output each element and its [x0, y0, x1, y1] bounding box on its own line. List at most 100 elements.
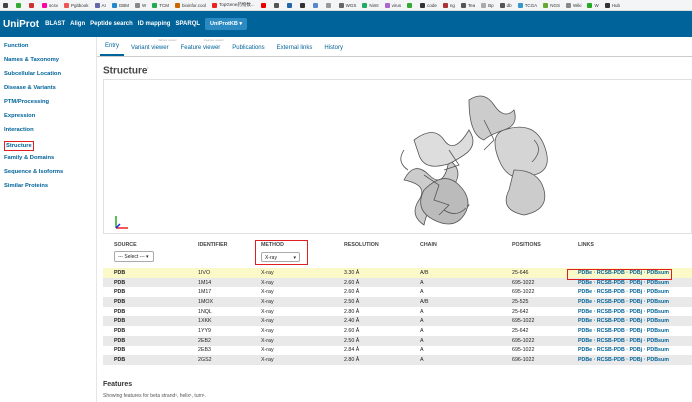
- bookmark-item[interactable]: Bp: [481, 2, 494, 8]
- bookmark-item[interactable]: [16, 2, 23, 8]
- tab-publications[interactable]: Publications: [227, 45, 269, 56]
- table-cell: A: [420, 289, 424, 296]
- nav-link[interactable]: SPARQL: [175, 21, 200, 27]
- table-cell: PDB: [114, 327, 126, 334]
- structure-links[interactable]: PDBe · RCSB-PDB · PDBj · PDBsum: [578, 299, 669, 305]
- bookmark-item[interactable]: bioinfor.cool: [175, 2, 206, 8]
- sidebar-item-sequence-isoforms[interactable]: Sequence & Isoforms: [4, 169, 63, 175]
- structure-links[interactable]: PDBe · RCSB-PDB · PDBj · PDBsum: [578, 357, 669, 363]
- structure-links[interactable]: PDBe · RCSB-PDB · PDBj · PDBsum: [578, 328, 669, 334]
- table-cell: A: [420, 318, 424, 325]
- table-cell[interactable]: 1XKK: [198, 318, 212, 324]
- bookmark-item[interactable]: [286, 2, 294, 8]
- bookmark-item[interactable]: TCM: [152, 2, 169, 8]
- bookmark-icon: [312, 2, 318, 8]
- tab-variant-viewer[interactable]: Variant viewer: [126, 45, 174, 56]
- structure-links[interactable]: PDBe · RCSB-PDB · PDBj · PDBsum: [578, 289, 669, 295]
- table-cell[interactable]: 2EB3: [198, 347, 211, 353]
- sidebar-item-function[interactable]: Function: [4, 43, 28, 49]
- table-cell[interactable]: 1M17: [198, 289, 211, 295]
- bookmark-icon: [286, 2, 292, 8]
- sidebar-item-similar-proteins[interactable]: Similar Proteins: [4, 183, 48, 189]
- bookmark-item[interactable]: [299, 2, 307, 8]
- structure-links[interactable]: PDBe · RCSB-PDB · PDBj · PDBsum: [578, 309, 669, 315]
- tab-external-links[interactable]: External links: [272, 45, 318, 56]
- table-cell[interactable]: 2GS2: [198, 357, 212, 363]
- bookmark-icon: [420, 2, 426, 8]
- table-cell: X-ray: [261, 279, 274, 286]
- bookmark-item[interactable]: AI: [94, 2, 106, 8]
- bookmark-item[interactable]: W: [587, 2, 599, 8]
- method-filter-select[interactable]: X-ray ▾: [261, 252, 300, 262]
- table-cell: X-ray: [261, 318, 274, 325]
- sidebar-item-subcellular-location[interactable]: Subcellular Location: [4, 71, 61, 77]
- bookmark-item[interactable]: NGS: [543, 2, 560, 8]
- bookmark-item[interactable]: Hub: [604, 2, 620, 8]
- sidebar-item-structure[interactable]: Structure: [4, 141, 34, 151]
- table-cell[interactable]: 1IVO: [198, 270, 210, 276]
- nav-link[interactable]: ID mapping: [138, 21, 171, 27]
- bookmark-item[interactable]: TCGA: [517, 2, 537, 8]
- table-cell[interactable]: 1M14: [198, 280, 211, 286]
- bookmark-icon: [481, 2, 487, 8]
- table-cell: A: [420, 327, 424, 334]
- sidebar-item-family-domains[interactable]: Family & Domains: [4, 155, 54, 161]
- bookmark-item[interactable]: Wiki: [565, 2, 582, 8]
- bookmark-label: Wiki: [572, 2, 582, 8]
- bookmark-item[interactable]: db: [499, 2, 512, 8]
- info-icon[interactable]: i: [147, 65, 148, 70]
- bookmark-item[interactable]: scsv: [42, 2, 58, 8]
- bookmark-item[interactable]: ng: [442, 2, 455, 8]
- table-cell: X-ray: [261, 347, 274, 354]
- bookmarks-bar: scsv Pgitbook AI GBM W TCM bioinfor.cool TopGen…: [0, 0, 692, 11]
- bookmark-item[interactable]: WGS: [338, 2, 356, 8]
- nav-link[interactable]: Peptide search: [90, 21, 133, 27]
- table-cell: 695-1022: [512, 347, 535, 354]
- structure-links[interactable]: PDBe · RCSB-PDB · PDBj · PDBsum: [578, 280, 669, 286]
- col-resolution: RESOLUTION: [344, 242, 379, 248]
- table-cell[interactable]: 2EB2: [198, 338, 211, 344]
- bookmark-item[interactable]: Nimt: [362, 2, 379, 8]
- table-cell[interactable]: 1MOX: [198, 299, 213, 305]
- bookmark-item[interactable]: Tea: [460, 2, 475, 8]
- bookmark-item[interactable]: virus: [384, 2, 401, 8]
- bookmark-item[interactable]: [260, 2, 268, 8]
- bookmark-item[interactable]: [3, 2, 10, 8]
- bookmark-item[interactable]: GBM: [111, 2, 129, 8]
- table-cell: A: [420, 337, 424, 344]
- structure-links[interactable]: PDBe · RCSB-PDB · PDBj · PDBsum: [578, 347, 669, 353]
- bookmark-label: scsv: [49, 2, 58, 8]
- bookmark-item[interactable]: W: [135, 2, 146, 8]
- structure-viewer[interactable]: [103, 79, 692, 234]
- bookmark-item[interactable]: TopGene药物数...: [212, 2, 255, 8]
- bookmark-item[interactable]: [273, 2, 281, 8]
- bookmark-item[interactable]: [407, 2, 414, 8]
- bookmark-label: Pgitbook: [71, 2, 89, 8]
- sidebar-item-ptm-processing[interactable]: PTM/Processing: [4, 99, 49, 105]
- structure-links[interactable]: PDBe · RCSB-PDB · PDBj · PDBsum: [578, 338, 669, 344]
- source-filter-select[interactable]: --- Select --- ▾: [114, 251, 154, 262]
- bookmark-item[interactable]: [29, 2, 36, 8]
- bookmark-item[interactable]: Pgitbook: [64, 2, 89, 8]
- sidebar-item-interaction[interactable]: Interaction: [4, 127, 34, 133]
- uniprotkb-dropdown[interactable]: UniProtKB ▾: [205, 18, 248, 30]
- bookmark-icon: [442, 2, 448, 8]
- bookmark-item[interactable]: [312, 2, 320, 8]
- sidebar-item-disease-variants[interactable]: Disease & Variants: [4, 85, 56, 91]
- bookmark-item[interactable]: code: [420, 2, 437, 8]
- uniprot-logo[interactable]: UniProt: [3, 19, 39, 30]
- bookmark-label: TopGene药物数...: [219, 2, 255, 7]
- sidebar-item-names-taxonomy[interactable]: Names & Taxonomy: [4, 57, 59, 63]
- table-cell[interactable]: 1NQL: [198, 309, 212, 315]
- table-cell[interactable]: 1YY9: [198, 328, 211, 334]
- nav-link[interactable]: BLAST: [45, 21, 65, 27]
- tab-feature-viewer[interactable]: Feature viewer: [176, 45, 226, 56]
- nav-link[interactable]: Align: [70, 21, 85, 27]
- sidebar-item-expression[interactable]: Expression: [4, 113, 35, 119]
- table-cell: 695-1022: [512, 279, 535, 286]
- tab-entry[interactable]: Entry: [100, 43, 125, 56]
- tab-history[interactable]: History: [319, 45, 348, 56]
- structure-links[interactable]: PDBe · RCSB-PDB · PDBj · PDBsum: [578, 318, 669, 324]
- table-cell: PDB: [114, 269, 126, 276]
- bookmark-item[interactable]: [325, 2, 333, 8]
